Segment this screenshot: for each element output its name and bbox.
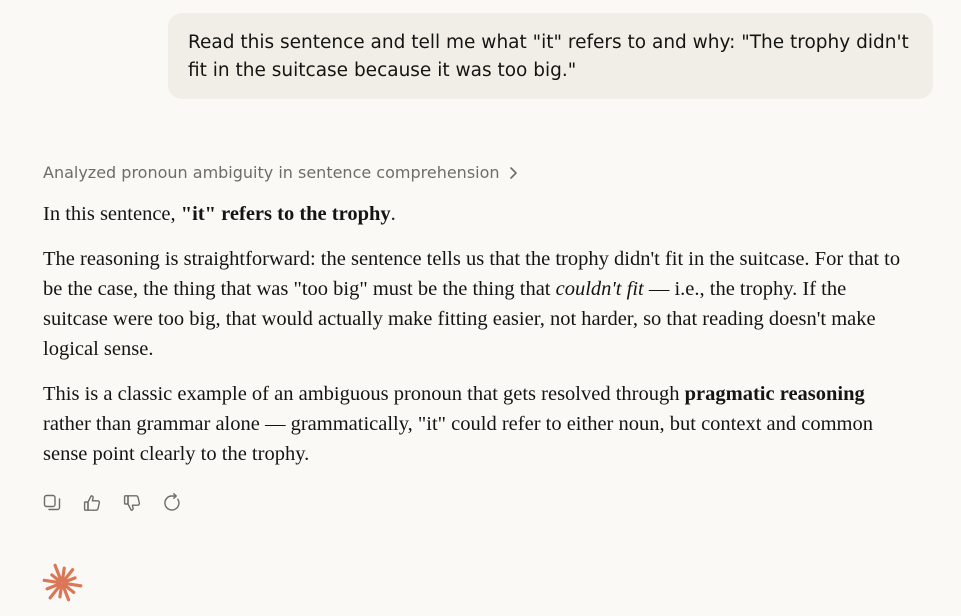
- response-paragraph-2: The reasoning is straightforward: the se…: [43, 244, 903, 364]
- assistant-response: In this sentence, "it" refers to the tro…: [43, 199, 903, 484]
- response-text: .: [390, 203, 396, 225]
- response-italic-text: couldn't fit: [555, 278, 644, 300]
- thumbs-down-button[interactable]: [120, 493, 144, 517]
- copy-button[interactable]: [40, 493, 64, 517]
- thumbs-down-icon: [122, 493, 142, 518]
- thumbs-up-icon: [82, 493, 102, 518]
- response-bold-text: pragmatic reasoning: [684, 383, 865, 405]
- response-paragraph-3: This is a classic example of an ambiguou…: [43, 379, 903, 469]
- retry-button[interactable]: [160, 492, 184, 518]
- thinking-summary-label: Analyzed pronoun ambiguity in sentence c…: [43, 163, 500, 182]
- response-bold-text: "it" refers to the trophy: [180, 203, 391, 225]
- thinking-summary-toggle[interactable]: Analyzed pronoun ambiguity in sentence c…: [43, 163, 518, 182]
- user-message-bubble: Read this sentence and tell me what "it"…: [168, 13, 933, 99]
- user-message-text: Read this sentence and tell me what "it"…: [188, 32, 909, 81]
- response-text: This is a classic example of an ambiguou…: [43, 383, 685, 405]
- response-paragraph-1: In this sentence, "it" refers to the tro…: [43, 199, 903, 229]
- response-text: rather than grammar alone — grammaticall…: [43, 413, 873, 465]
- copy-icon: [42, 493, 62, 518]
- claude-spark-icon: [41, 562, 83, 604]
- chevron-right-icon: [508, 166, 518, 180]
- message-actions-bar: [40, 492, 184, 518]
- retry-icon: [162, 492, 182, 518]
- thumbs-up-button[interactable]: [80, 493, 104, 517]
- response-text: In this sentence,: [43, 203, 181, 225]
